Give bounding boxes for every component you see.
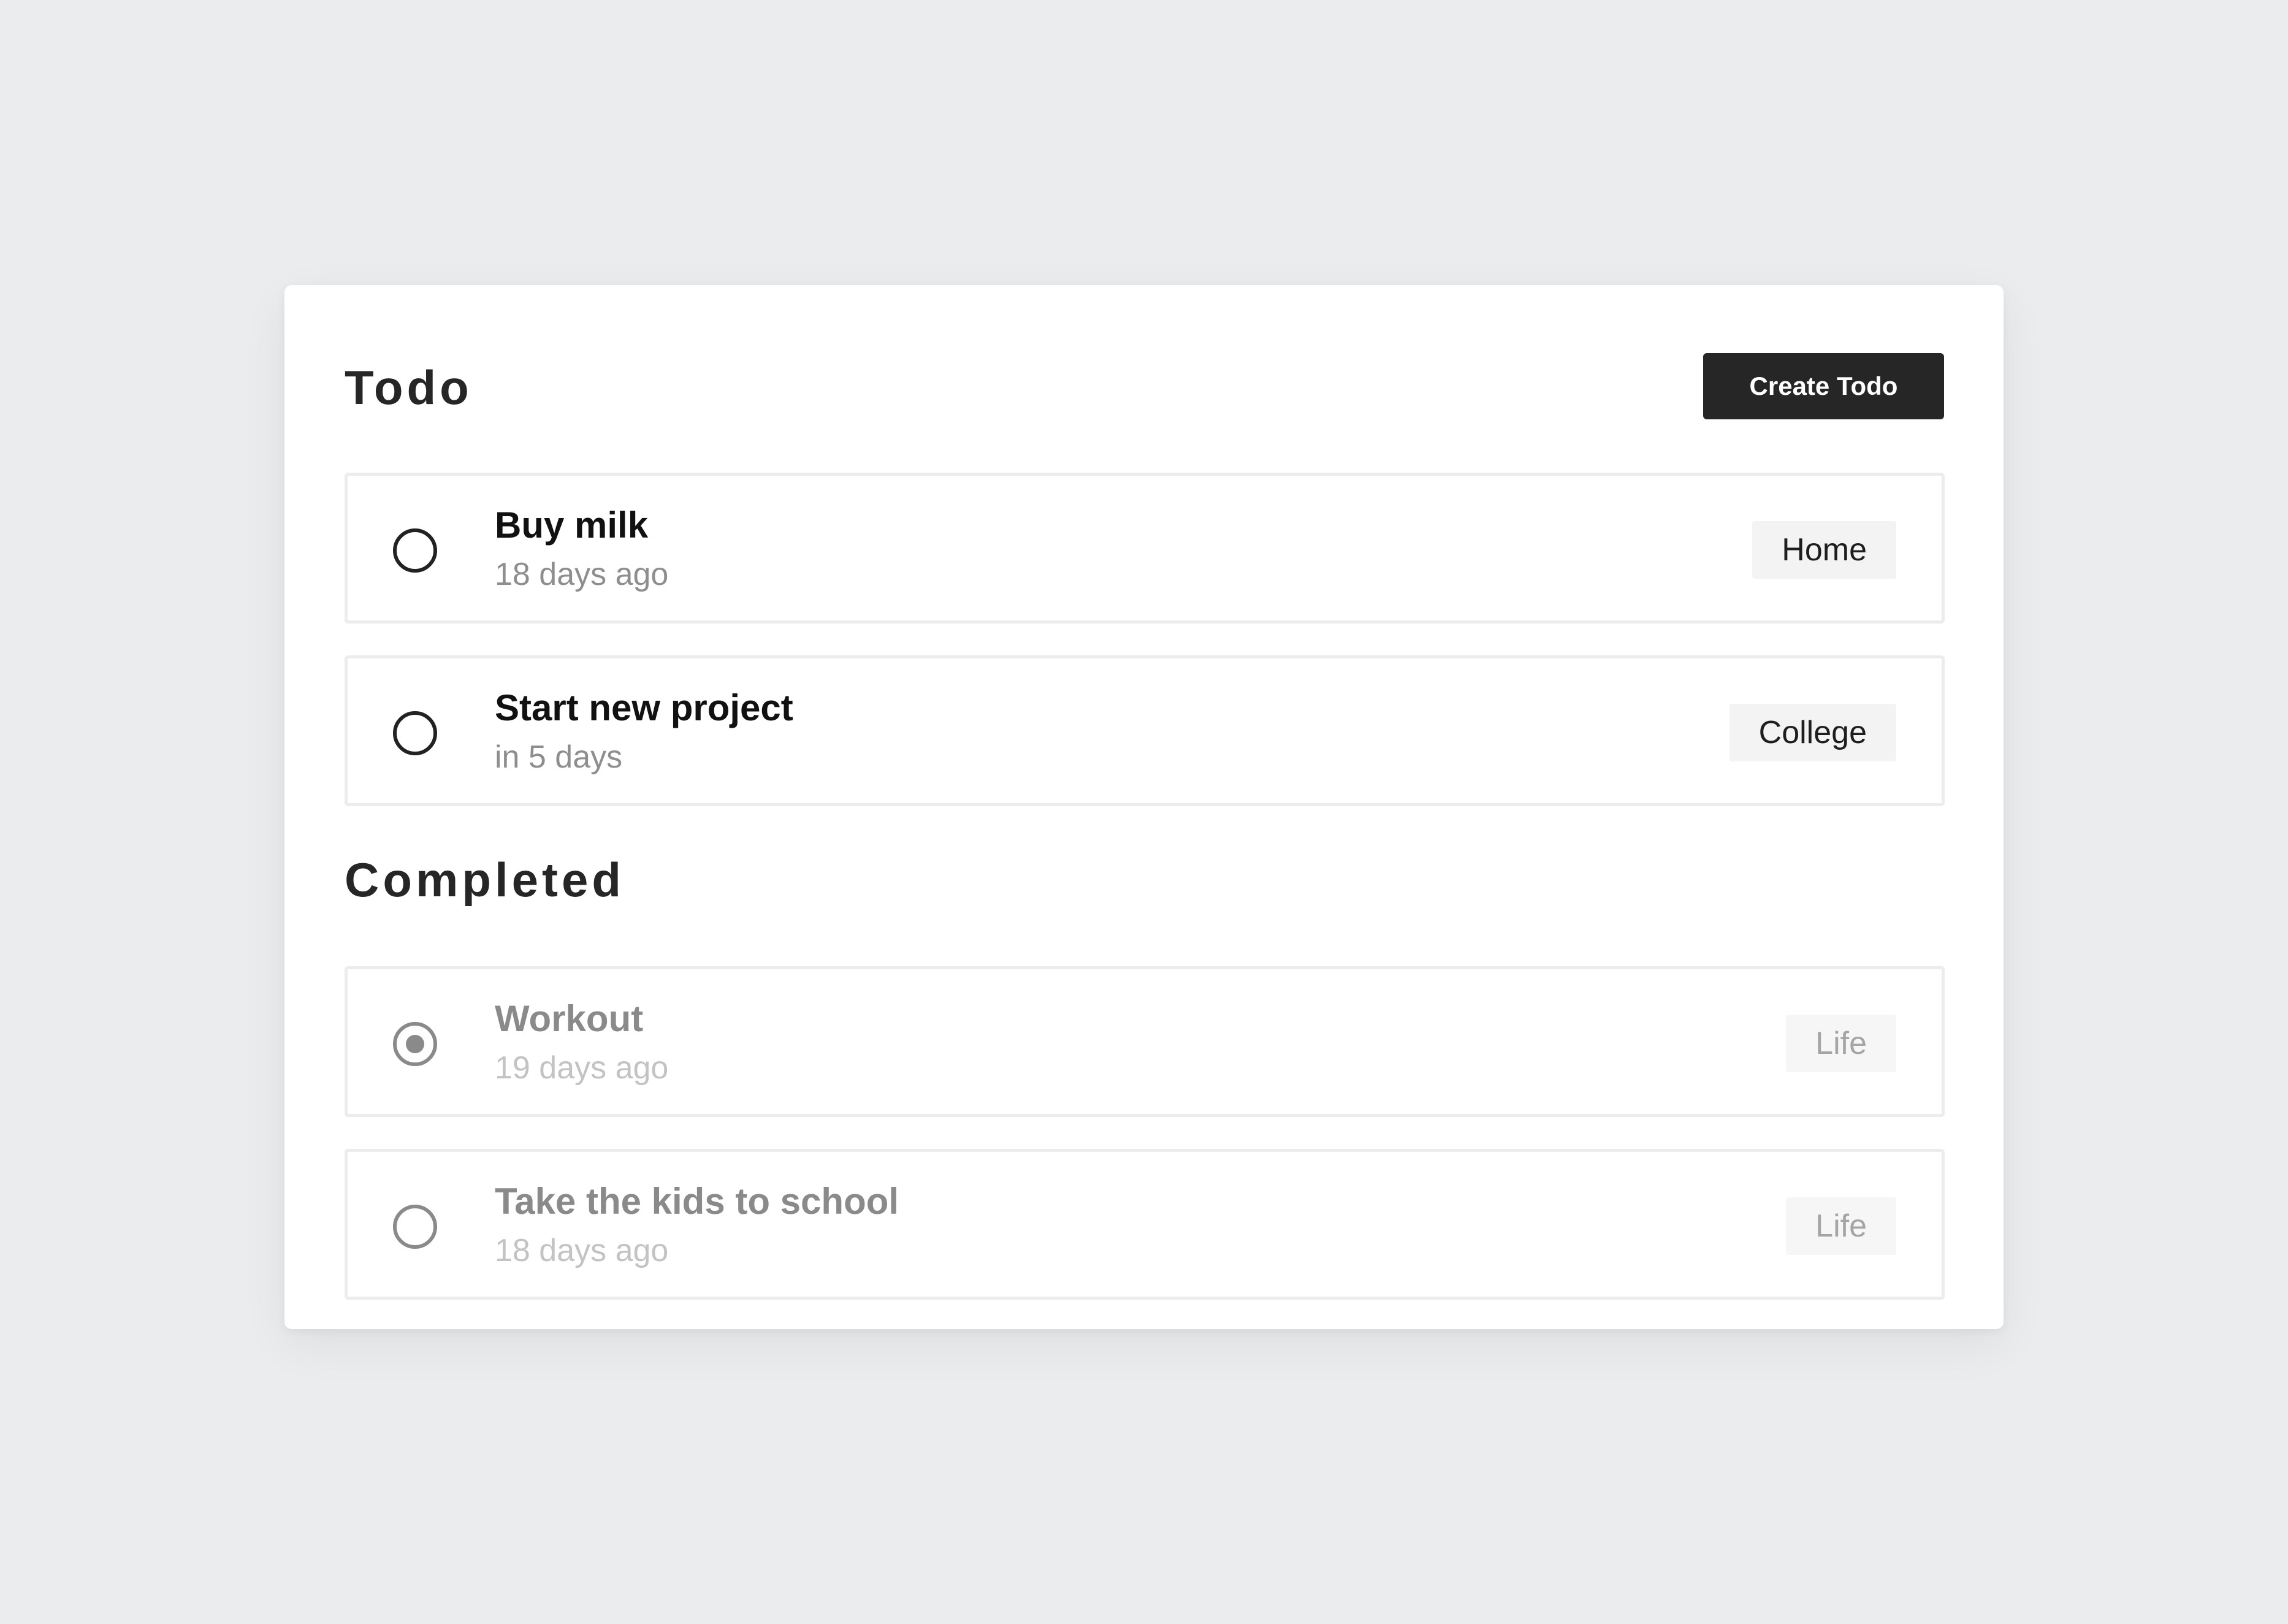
item-title: Workout xyxy=(495,998,644,1039)
checkbox-circle-icon[interactable] xyxy=(393,711,437,755)
completed-section-title: Completed xyxy=(345,853,625,907)
item-time: 19 days ago xyxy=(495,1050,669,1086)
item-time: 18 days ago xyxy=(495,557,669,592)
check-dot-icon xyxy=(406,1035,424,1053)
item-time: in 5 days xyxy=(495,739,623,775)
list-item[interactable]: Take the kids to school 18 days ago Life xyxy=(345,1149,1945,1300)
checkbox-circle-icon[interactable] xyxy=(393,528,437,573)
list-item[interactable]: Workout 19 days ago Life xyxy=(345,966,1945,1117)
item-title: Buy milk xyxy=(495,505,649,546)
todo-card: Todo Create Todo Buy milk 18 days ago Ho… xyxy=(284,285,2004,1329)
category-tag: College xyxy=(1729,704,1896,761)
page-title: Todo xyxy=(345,360,473,414)
checkbox-circle-icon[interactable] xyxy=(393,1022,437,1066)
category-tag: Life xyxy=(1786,1197,1896,1255)
item-title: Take the kids to school xyxy=(495,1181,899,1222)
list-item[interactable]: Buy milk 18 days ago Home xyxy=(345,473,1945,623)
create-todo-button[interactable]: Create Todo xyxy=(1703,353,1944,419)
category-tag: Home xyxy=(1752,521,1896,579)
todo-list: Buy milk 18 days ago Home Start new proj… xyxy=(345,473,1945,838)
list-item[interactable]: Start new project in 5 days College xyxy=(345,655,1945,806)
category-tag: Life xyxy=(1786,1015,1896,1072)
item-title: Start new project xyxy=(495,687,793,728)
checkbox-circle-icon[interactable] xyxy=(393,1205,437,1249)
item-time: 18 days ago xyxy=(495,1233,669,1268)
completed-list: Workout 19 days ago Life Take the kids t… xyxy=(345,966,1945,1332)
